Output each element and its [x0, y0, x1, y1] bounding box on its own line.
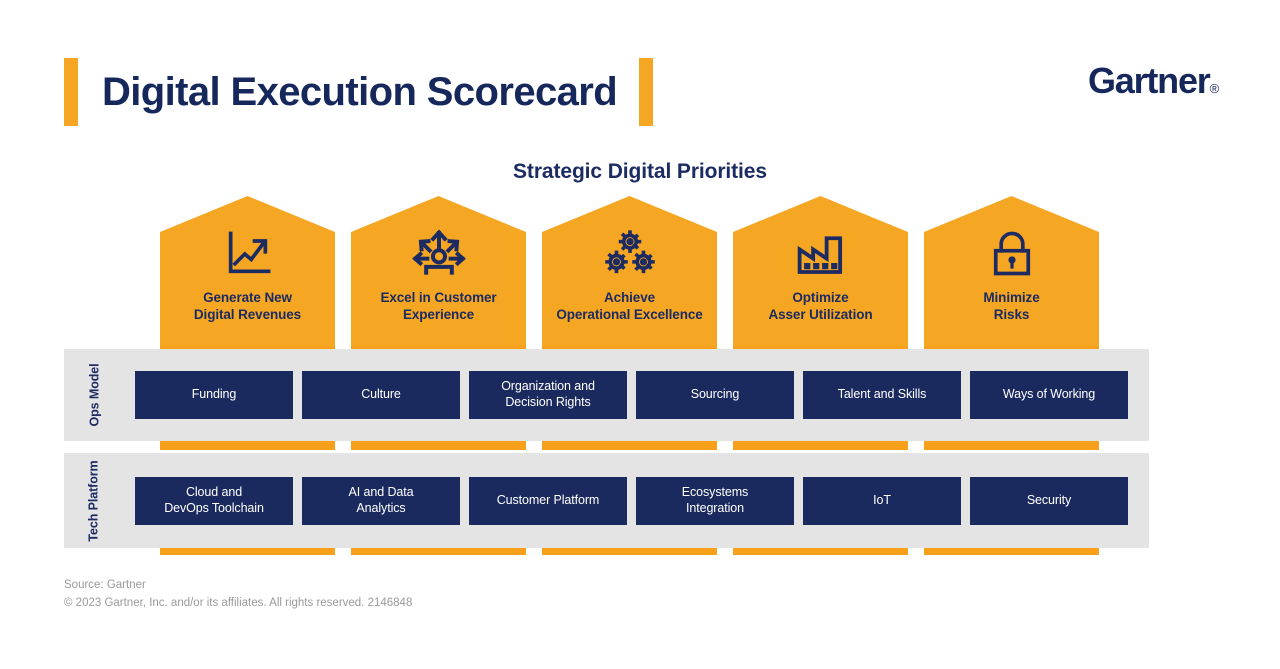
- band-label-ops-model: Ops Model: [64, 349, 124, 441]
- capability-label: Talent and Skills: [838, 387, 927, 403]
- capability-box[interactable]: Ecosystems Integration: [636, 476, 794, 525]
- capability-label: Security: [1027, 493, 1071, 509]
- capability-label-line1: Talent and Skills: [837, 387, 927, 402]
- connector-strip-middle: [160, 440, 335, 450]
- capability-label: Ways of Working: [1003, 387, 1095, 403]
- capability-box[interactable]: Talent and Skills: [803, 371, 961, 419]
- capability-label-line2: Decision Rights: [505, 395, 591, 409]
- capability-label-line1: Organization and: [501, 379, 595, 394]
- priority-label-line2: Risks: [993, 307, 1030, 323]
- footer-copyright: © 2023 Gartner, Inc. and/or its affiliat…: [64, 596, 413, 609]
- capability-label-line1: IoT: [873, 492, 891, 507]
- registered-trademark-icon: ®: [1209, 81, 1220, 96]
- lock-icon: [986, 229, 1038, 279]
- band-tech-platform: Tech Platform Cloud and DevOps Toolchain A…: [64, 453, 1149, 548]
- capability-box[interactable]: Customer Platform: [469, 476, 627, 525]
- capability-label-line1: Funding: [191, 387, 237, 402]
- infographic-canvas: Digital Execution Scorecard Gartner® Str…: [0, 0, 1280, 669]
- priority-card-5[interactable]: Minimize Risks: [924, 196, 1099, 346]
- priority-card-1[interactable]: Generate New Digital Revenues: [160, 196, 335, 346]
- capability-label-line2: Integration: [686, 500, 744, 515]
- growth-chart-icon: [222, 229, 274, 279]
- capability-label-line2: DevOps Toolchain: [164, 500, 264, 515]
- priority-card-3[interactable]: Achieve Operational Excellence: [542, 196, 717, 346]
- priority-label-line1: Excel in Customer: [380, 290, 497, 305]
- connector-strip-middle: [924, 440, 1099, 450]
- capability-label: AI and Data Analytics: [349, 485, 414, 516]
- capability-label-line1: Customer Platform: [496, 492, 600, 507]
- capability-box[interactable]: IoT: [803, 476, 961, 525]
- priority-label-line1: Achieve: [603, 290, 656, 305]
- priorities-row: Generate New Digital Revenues Excel in Cus…: [160, 196, 1099, 346]
- priority-label-line2: Operational Excellence: [556, 307, 703, 323]
- priority-label-line1: Generate New: [203, 290, 292, 305]
- capability-box[interactable]: Security: [970, 476, 1128, 525]
- ops-model-boxes: Funding Culture Organization and Decision R…: [135, 349, 1128, 441]
- gears-icon: [603, 229, 657, 279]
- capability-box[interactable]: Sourcing: [636, 371, 794, 419]
- capability-label: Customer Platform: [497, 493, 600, 509]
- capability-label-line1: Cloud and: [185, 484, 243, 499]
- customer-experience-icon: [411, 229, 467, 279]
- capability-label-line1: Sourcing: [690, 387, 740, 402]
- title-text: Digital Execution Scorecard: [102, 70, 618, 114]
- section-heading: Strategic Digital Priorities: [513, 160, 767, 183]
- capability-label: IoT: [873, 493, 891, 509]
- factory-icon: [794, 229, 848, 279]
- priority-card-4[interactable]: Optimize Asser Utilization: [733, 196, 908, 346]
- priority-label-line1: Minimize: [983, 290, 1040, 305]
- priority-label-line2: Digital Revenues: [193, 307, 302, 323]
- capability-box[interactable]: Culture: [302, 371, 460, 419]
- capability-label-line2: Analytics: [356, 500, 406, 515]
- capability-label: Organization and Decision Rights: [501, 379, 595, 410]
- capability-box[interactable]: AI and Data Analytics: [302, 476, 460, 525]
- priority-label: Achieve Operational Excellence: [550, 289, 708, 324]
- priority-label-line2: Asser Utilization: [768, 307, 873, 323]
- capability-label: Funding: [191, 387, 237, 403]
- gartner-wordmark: Gartner: [1087, 60, 1211, 101]
- title-accent-bar-right: [639, 58, 654, 126]
- capability-label-line1: Ecosystems: [681, 484, 749, 499]
- priority-label: Generate New Digital Revenues: [188, 289, 307, 324]
- priority-label: Minimize Risks: [977, 289, 1045, 324]
- priority-label-line1: Optimize: [792, 290, 849, 305]
- band-ops-model: Ops Model Funding Culture Organization and…: [64, 349, 1149, 441]
- priority-card-2[interactable]: Excel in Customer Experience: [351, 196, 526, 346]
- priority-label-line2: Experience: [402, 307, 475, 323]
- footer-source: Source: Gartner: [64, 579, 146, 591]
- connector-strip-middle: [733, 440, 908, 450]
- capability-label: Cloud and DevOps Toolchain: [164, 485, 264, 516]
- title-accent-bar-left: [64, 58, 78, 126]
- priority-label: Optimize Asser Utilization: [762, 289, 878, 324]
- capability-label-line1: Ways of Working: [1002, 387, 1096, 402]
- tech-platform-boxes: Cloud and DevOps Toolchain AI and Data Anal…: [135, 453, 1128, 548]
- connector-strip-middle: [542, 440, 717, 450]
- capability-label-line1: Culture: [361, 387, 401, 402]
- band-label-text: Ops Model: [87, 363, 101, 427]
- gartner-logo: Gartner®: [1087, 60, 1220, 102]
- capability-label-line1: AI and Data: [348, 484, 414, 499]
- capability-label: Culture: [361, 387, 401, 403]
- footer: Source: Gartner © 2023 Gartner, Inc. and…: [64, 577, 412, 613]
- capability-box[interactable]: Ways of Working: [970, 371, 1128, 419]
- priority-label: Excel in Customer Experience: [374, 289, 502, 324]
- band-label-tech-platform: Tech Platform: [64, 453, 124, 548]
- capability-box[interactable]: Organization and Decision Rights: [469, 371, 627, 419]
- band-label-text: Tech Platform: [87, 459, 101, 542]
- connector-strip-middle: [351, 440, 526, 450]
- capability-box[interactable]: Funding: [135, 371, 293, 419]
- capability-box[interactable]: Cloud and DevOps Toolchain: [135, 476, 293, 525]
- capability-label: Ecosystems Integration: [682, 485, 748, 516]
- capability-label-line1: Security: [1026, 492, 1072, 507]
- capability-label: Sourcing: [691, 387, 740, 403]
- page-title: Digital Execution Scorecard: [64, 58, 654, 126]
